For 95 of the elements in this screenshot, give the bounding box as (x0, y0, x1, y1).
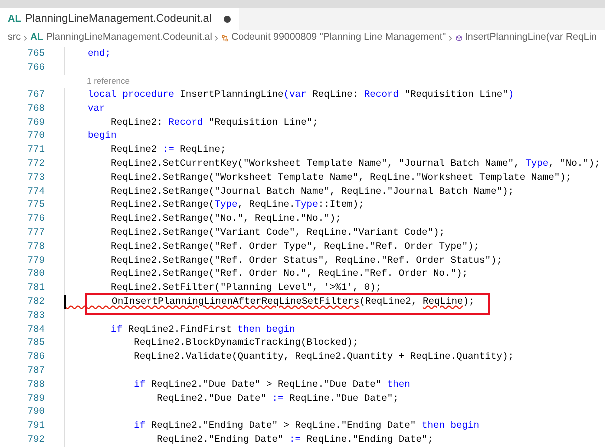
breadcrumb-item[interactable]: src (8, 31, 22, 46)
code-text: ReqLine2.SetFilter("Planning Level", '>%1', 0); (110, 281, 382, 296)
code-text: ReqLine: (312, 88, 360, 102)
structure-icon (222, 33, 229, 44)
code-text: then begin (422, 419, 480, 434)
line-number: 771 (26, 143, 46, 158)
error-code-text: OnInsertPlanningLinenAfterReqLineSetFilters (111, 295, 360, 310)
line-number: 791 (26, 419, 46, 434)
line-number: 769 (26, 116, 46, 130)
code-text: ReqLine2."Ending Date" (156, 433, 285, 448)
line-number: 772 (26, 157, 46, 172)
codelens-text[interactable]: 1 reference (87, 75, 130, 88)
code-text: ReqLine2."Due Date" (156, 392, 268, 406)
line-number: 777 (26, 226, 46, 240)
code-text: var (87, 102, 106, 116)
editor-tab[interactable]: AL PlanningLineManagement.Codeunit.al (0, 8, 239, 30)
code-text: ReqLine2.SetCurrentKey("Worksheet Template Name", "Journal Batch Name", (110, 157, 521, 172)
code-text: ReqLine2: (110, 116, 164, 130)
code-text: , ReqLine. (238, 198, 296, 212)
line-number: 770 (26, 129, 46, 144)
chevron-icon (24, 34, 28, 43)
code-text: InsertPlanningLine (180, 88, 284, 102)
line-number: 766 (26, 60, 46, 74)
code-text: local procedure (87, 88, 176, 102)
cube-icon (456, 33, 462, 44)
line-number: 779 (26, 254, 46, 268)
line-number: 789 (26, 392, 46, 406)
code-text: ReqLine."Due Date"; (288, 392, 399, 406)
code-text: ::Item); (318, 198, 364, 212)
code-text: ReqLine2."Due Date" > ReqLine."Due Date" (151, 378, 383, 392)
code-text: "Requisition Line" (404, 88, 508, 102)
line-number: 781 (26, 281, 46, 296)
code-text: Record (364, 88, 400, 102)
code-text: (var (284, 88, 308, 102)
line-number: 778 (26, 240, 46, 254)
line-number: 792 (26, 433, 46, 448)
code-text: ReqLine2.Validate(Quantity, ReqLine2.Quantity + ReqLine.Quantity); (133, 350, 514, 364)
code-text: end; (87, 47, 112, 61)
code-text: ) (508, 88, 514, 102)
code-text: ReqLine2.SetRange("Ref. Order No.", ReqLine."Ref. Order No."); (110, 267, 468, 282)
line-number: 783 (26, 308, 46, 323)
code-text: ReqLine2.FindFirst (128, 322, 233, 337)
code-text: ReqLine2.SetRange("Ref. Order Status", ReqLine."Ref. Order Status"); (110, 254, 503, 268)
code-text: Record (168, 116, 204, 130)
line-number: 773 (26, 170, 46, 185)
error-code-text: ReqLine (422, 295, 464, 310)
code-text: := (272, 392, 284, 406)
breadcrumb-item[interactable]: InsertPlanningLine(var ReqLin (465, 31, 597, 46)
code-text: := (162, 143, 174, 158)
line-number: 780 (26, 267, 46, 282)
line-number: 784 (26, 322, 46, 337)
line-number: 765 (26, 47, 46, 61)
code-text: if (133, 378, 147, 392)
line-number: 787 (26, 364, 46, 378)
code-text: if (110, 322, 124, 337)
line-number: 785 (26, 336, 46, 350)
code-text: then (387, 378, 410, 392)
line-number: 776 (26, 212, 46, 226)
code-text: ReqLine; (179, 143, 226, 158)
breadcrumb-item[interactable]: PlanningLineManagement.Codeunit.al (46, 31, 212, 46)
language-label: AL (8, 12, 22, 26)
code-text: ReqLine2.SetRange("Worksheet Template Name", ReqLine."Worksheet Template Name"); (110, 170, 572, 185)
code-text: ReqLine2.SetRange("Variant Code", ReqLine."Variant Code"); (110, 226, 445, 240)
breadcrumb-item[interactable]: Codeunit 99000809 "Planning Line Management" (232, 31, 446, 46)
line-number: 774 (26, 184, 46, 199)
code-text: ReqLine2.BlockDynamicTracking(Blocked); (133, 336, 359, 350)
code-text: Type (526, 157, 549, 172)
code-text: ReqLine2 (110, 143, 158, 158)
code-text: := (290, 433, 302, 448)
line-number: 786 (26, 350, 46, 364)
code-text: ReqLine."Ending Date"; (306, 433, 434, 448)
chevron-icon (215, 34, 220, 43)
code-text: ReqLine2.SetRange("No.", ReqLine."No."); (110, 212, 342, 226)
line-number: 788 (26, 378, 46, 392)
code-text: , "No."); (548, 157, 600, 172)
line-number: 790 (26, 405, 46, 420)
line-number: 775 (26, 198, 46, 212)
code-text: ReqLine2.SetRange("Journal Batch Name", ReqLine."Journal Batch Name"); (110, 184, 514, 199)
code-text: ReqLine2.SetRange( (110, 198, 215, 212)
code-text: then begin (238, 322, 296, 337)
code-text: ); (463, 295, 475, 310)
code-text: begin (87, 129, 117, 144)
line-number: 782 (26, 295, 46, 310)
code-text: Type (214, 198, 238, 212)
language-label: AL (30, 31, 44, 46)
code-text: if (133, 419, 147, 434)
code-text: (ReqLine2, (360, 295, 418, 310)
line-number: 767 (26, 88, 46, 102)
file-name: PlanningLineManagement.Codeunit.al (25, 12, 212, 27)
code-text: "Requisition Line"; (208, 116, 318, 130)
chevron-icon (449, 34, 453, 43)
code-text: Type (295, 198, 318, 212)
code-text: ReqLine2.SetRange("Ref. Order Type", ReqLine."Ref. Order Type"); (110, 240, 480, 254)
code-text: ReqLine2."Ending Date" > ReqLine."Ending Date" (151, 419, 418, 434)
line-number: 768 (26, 102, 46, 116)
